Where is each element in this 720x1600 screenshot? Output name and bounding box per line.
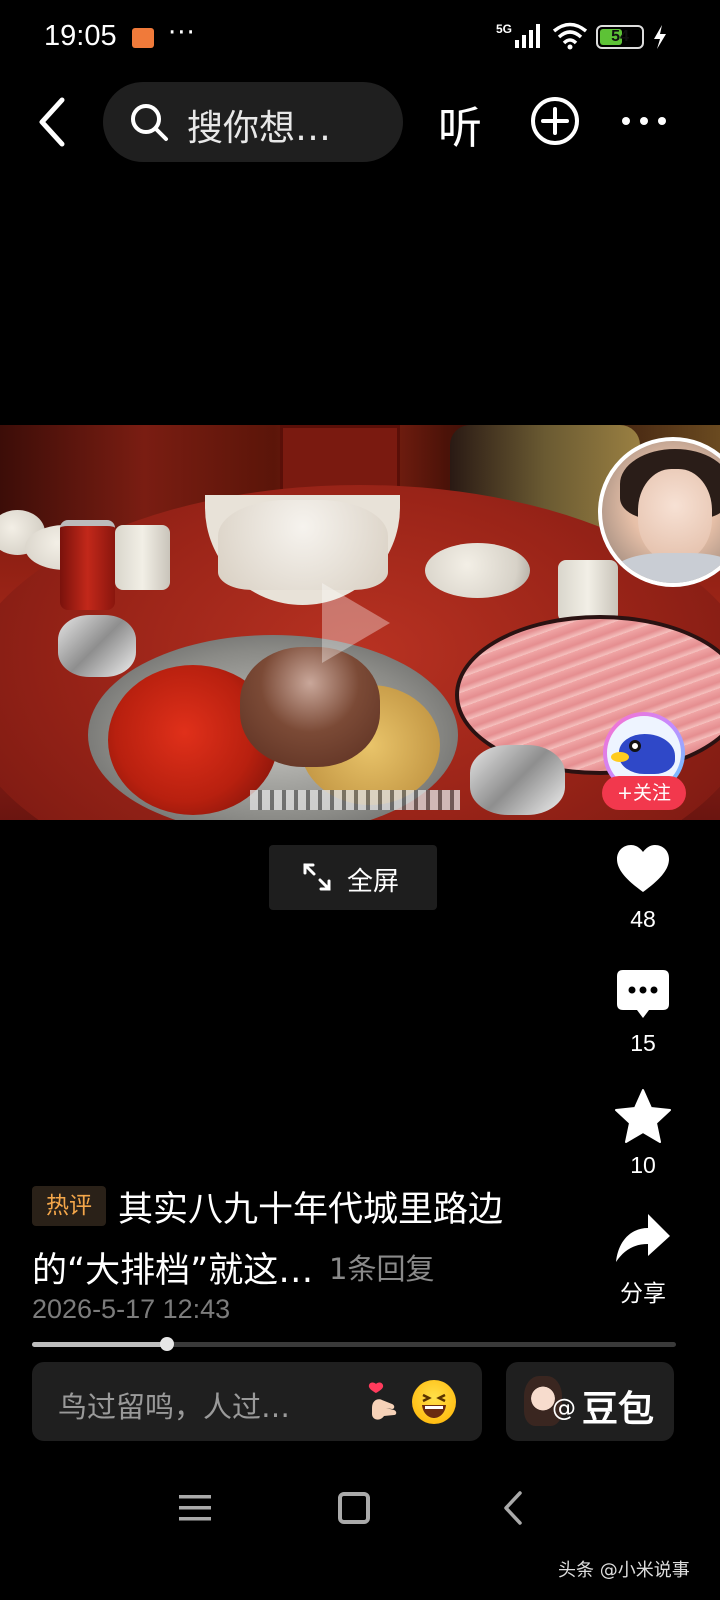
fullscreen-button[interactable]: 全屏 — [269, 845, 437, 910]
pip-face — [638, 469, 712, 561]
notification-icon — [132, 28, 154, 48]
video-cup — [558, 560, 618, 622]
laugh-face — [422, 1393, 446, 1418]
hot-comment-tag: 热评 — [32, 1186, 106, 1226]
more-icon[interactable] — [620, 108, 668, 134]
video-progress-bar[interactable] — [32, 1337, 676, 1351]
nav-back-icon[interactable] — [498, 1490, 528, 1526]
search-icon — [131, 104, 168, 141]
battery-level: 54 — [611, 28, 629, 45]
wifi-icon — [552, 22, 588, 50]
video-subtitle — [250, 790, 460, 810]
comment-input[interactable]: 鸟过留鸣，人过… — [32, 1362, 482, 1441]
progress-fill — [32, 1342, 167, 1347]
video-wooden-stump — [240, 647, 380, 767]
video-foil — [58, 615, 136, 677]
doubao-label: 豆包 — [582, 1389, 655, 1430]
search-bar[interactable]: 搜你想… — [103, 82, 403, 162]
search-placeholder: 搜你想… — [187, 108, 332, 149]
share-button[interactable]: 分享 — [606, 1212, 680, 1308]
status-more-dots: ··· — [168, 18, 196, 48]
fullscreen-label: 全屏 — [347, 867, 400, 897]
video-foil — [470, 745, 565, 815]
bird-eye — [629, 740, 641, 752]
reply-count[interactable]: 1条回复 — [329, 1246, 434, 1288]
menu-icon[interactable] — [178, 1492, 212, 1524]
network-type: 5G — [496, 22, 513, 36]
laugh-icon[interactable] — [412, 1380, 456, 1424]
status-time: 19:05 — [44, 20, 117, 52]
like-count: 48 — [630, 906, 656, 932]
charging-icon — [654, 25, 666, 49]
play-icon[interactable] — [322, 583, 390, 663]
status-bar: 19:05 ··· 5G 54 — [0, 0, 720, 78]
share-icon — [616, 1214, 670, 1262]
watermark: 头条 @小米说事 — [558, 1560, 690, 1581]
comment-count: 15 — [630, 1030, 656, 1056]
back-icon[interactable] — [30, 92, 78, 152]
pip-shirt — [612, 553, 720, 583]
signal-icon — [515, 24, 540, 48]
progress-handle[interactable] — [160, 1337, 174, 1351]
like-icon — [617, 845, 669, 892]
add-icon[interactable] — [530, 96, 580, 146]
doubao-button[interactable]: @ 豆包 — [506, 1362, 674, 1441]
comment-button[interactable]: 15 — [606, 968, 680, 1057]
comment-date: 2026-5-17 12:43 — [32, 1294, 231, 1324]
star-icon — [615, 1089, 671, 1143]
follow-button[interactable]: +关注 — [602, 776, 686, 810]
share-label: 分享 — [620, 1280, 666, 1306]
battery-icon: 54 — [596, 25, 644, 49]
video-plate — [425, 543, 530, 598]
like-button[interactable]: 48 — [606, 842, 680, 933]
favorite-count: 10 — [630, 1152, 656, 1178]
heart-hand-icon[interactable] — [364, 1380, 408, 1424]
doubao-at-symbol: @ — [552, 1394, 576, 1422]
comment-text-line1[interactable]: 其实八九十年代城里路边 — [118, 1181, 503, 1232]
bird-beak — [611, 752, 629, 762]
listen-button[interactable]: 听 — [438, 92, 482, 156]
video-drink-can — [60, 520, 115, 610]
comment-text-line2[interactable]: 的“大排档”就这… — [32, 1242, 313, 1293]
comment-icon — [617, 970, 669, 1018]
fullscreen-icon — [303, 863, 331, 891]
home-icon[interactable] — [338, 1492, 370, 1524]
comment-placeholder: 鸟过留鸣，人过… — [58, 1390, 291, 1424]
favorite-button[interactable]: 10 — [606, 1088, 680, 1179]
video-cup — [115, 525, 170, 590]
video-ice — [218, 500, 388, 590]
